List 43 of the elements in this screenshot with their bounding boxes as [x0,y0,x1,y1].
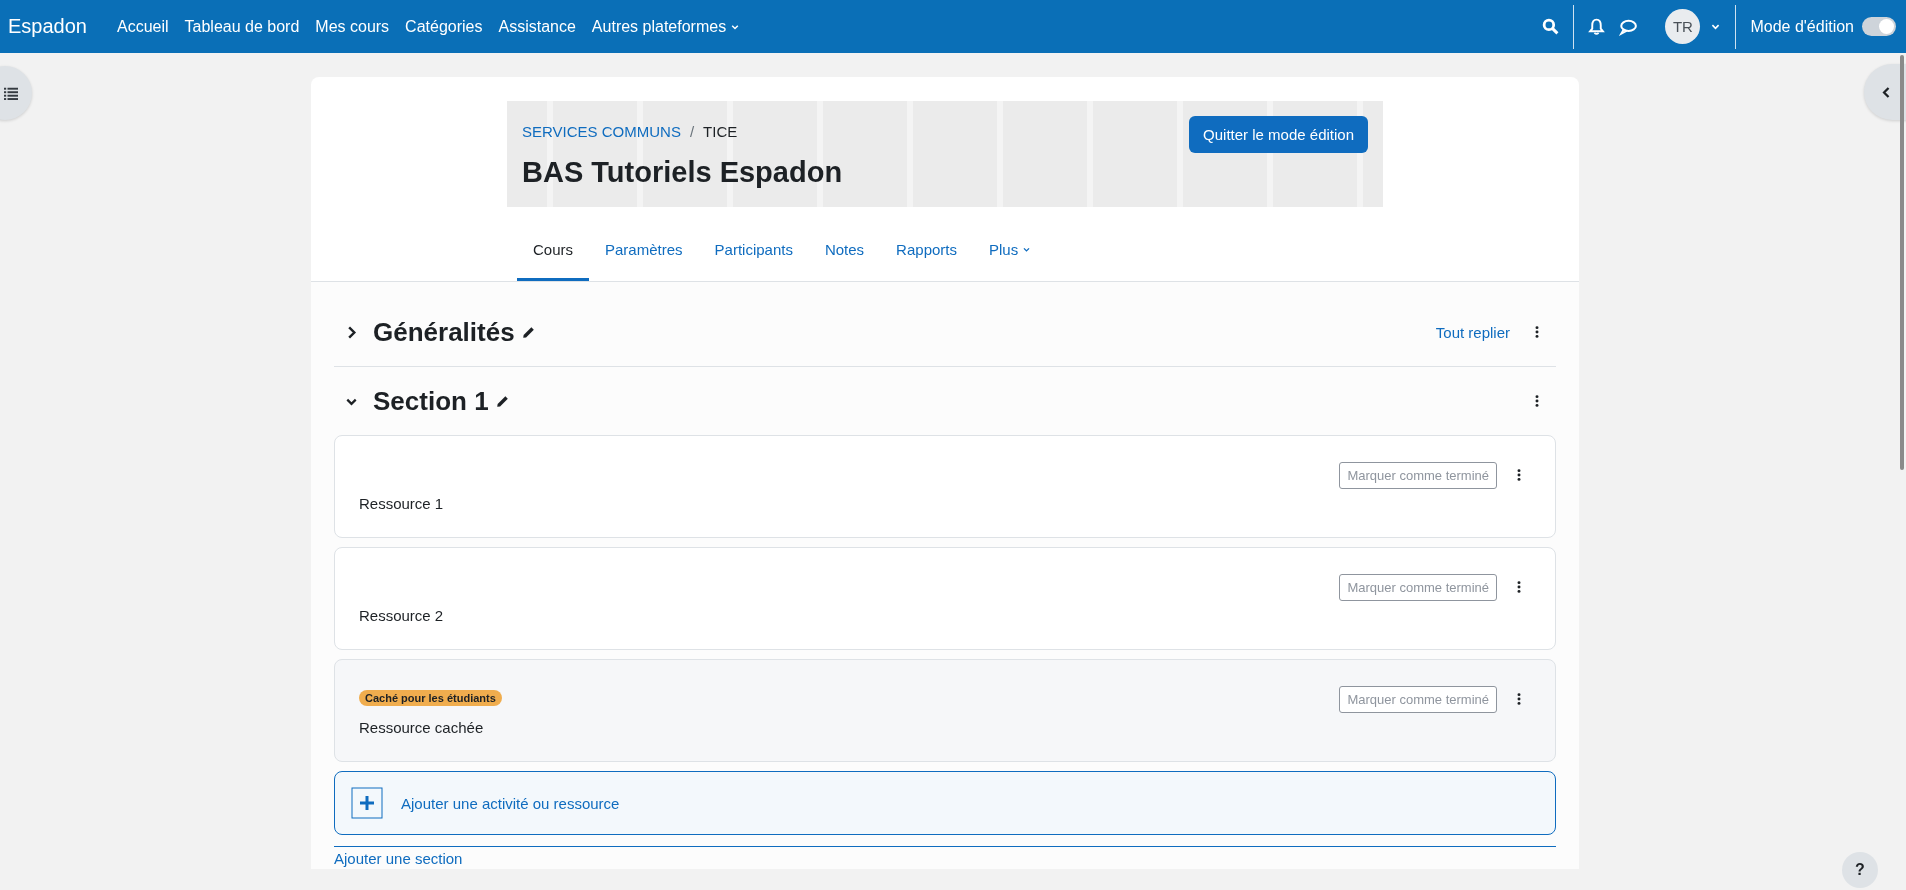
caret-icon [1022,245,1032,254]
edit-mode-label: Mode d'édition [1750,17,1854,36]
nav-link[interactable]: Autres plateformes [591,17,741,36]
collapse-all-link[interactable]: Tout replier [1435,323,1510,341]
mark-as-done-button[interactable]: Marquer comme terminé [1339,685,1497,713]
section-title: Section 1 [373,385,489,417]
course-title: BAS Tutoriels Espadon [522,156,843,189]
search-icon[interactable] [1542,18,1560,35]
exit-edit-mode-button[interactable]: Quitter le mode édition [1189,116,1368,153]
mark-as-done-button[interactable]: Marquer comme terminé [1339,573,1497,601]
chat-bubble-icon[interactable] [1619,17,1638,36]
user-avatar[interactable]: TR [1665,9,1701,44]
block-drawer-toggle-button[interactable] [1864,64,1906,120]
add-section-link[interactable]: Ajouter une section [334,846,1556,867]
edit-mode-toggle[interactable] [1862,17,1896,36]
course-tab[interactable]: Notes [808,223,881,281]
activity-name[interactable]: Ressource 2 [359,607,444,624]
course-tab[interactable]: Participants [698,223,809,281]
scrollbar-thumb[interactable] [1900,55,1904,470]
pencil-icon[interactable] [495,394,509,408]
nav-link[interactable]: Assistance [498,17,576,36]
nav-link[interactable]: Tableau de bord [184,17,300,36]
list-icon [4,86,18,100]
mark-as-done-button[interactable]: Marquer comme terminé [1339,461,1497,489]
plus-icon [351,787,383,819]
pencil-icon[interactable] [521,325,535,339]
site-name-link[interactable]: Espadon [8,15,87,38]
course-tab[interactable]: Rapports [880,223,973,281]
course-tab[interactable]: Paramètres [589,223,699,281]
course-tab[interactable]: Plus [973,223,1048,281]
nav-link[interactable]: Catégories [405,17,483,36]
section-title: Généralités [373,316,515,348]
nav-link[interactable]: Mes cours [315,17,390,36]
breadcrumb-item[interactable]: SERVICES COMMUNS [522,123,681,140]
activity-name[interactable]: Ressource cachée [359,719,502,736]
breadcrumb-item: TICE [703,123,738,140]
nav-link[interactable]: Accueil [116,17,169,36]
add-activity-button[interactable]: Ajouter une activité ou ressource [334,771,1556,835]
breadcrumb-separator: / [689,123,695,140]
bell-icon[interactable] [1588,18,1606,35]
hidden-status-badge: Caché pour les étudiants [359,690,502,706]
help-button[interactable]: ? [1842,852,1878,888]
activity-name[interactable]: Ressource 1 [359,495,444,512]
